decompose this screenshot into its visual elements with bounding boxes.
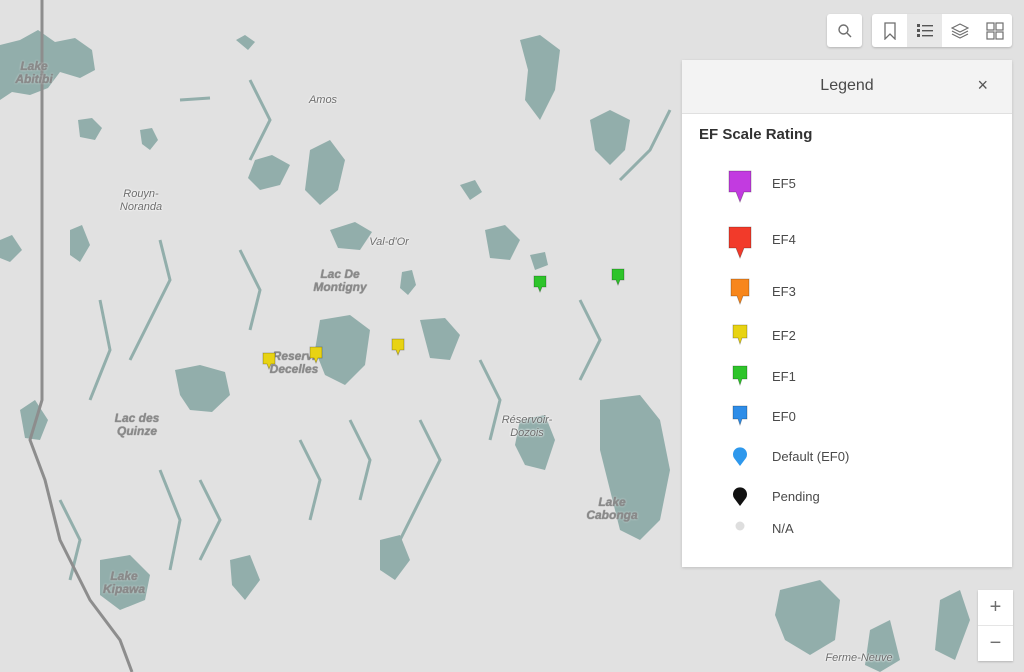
legend-item-label: EF1 bbox=[772, 369, 796, 384]
legend-item: EF1 bbox=[682, 363, 1012, 393]
basemap-gallery-icon bbox=[985, 21, 1004, 40]
place-label: Ferme-Neuve bbox=[825, 652, 893, 664]
legend-item: EF4 bbox=[682, 226, 1012, 260]
tornado-marker-ef2[interactable] bbox=[391, 338, 405, 357]
tornado-marker-ef1[interactable] bbox=[533, 275, 547, 294]
legend-item-label: EF5 bbox=[772, 176, 796, 191]
bookmarks-button[interactable] bbox=[872, 14, 907, 47]
place-label: Réservoir- Dozois bbox=[501, 414, 553, 439]
legend-button[interactable] bbox=[907, 14, 942, 47]
place-label: Lake Kipawa bbox=[102, 569, 146, 596]
place-label: Val-d'Or bbox=[369, 236, 409, 248]
legend-header: Legend × bbox=[682, 60, 1012, 114]
layers-button[interactable] bbox=[942, 14, 977, 47]
basemap-gallery-button[interactable] bbox=[977, 14, 1012, 47]
legend-item: Default (EF0) bbox=[682, 443, 1012, 473]
close-icon[interactable]: × bbox=[977, 75, 988, 96]
search-widget bbox=[827, 14, 862, 47]
legend-item: EF3 bbox=[682, 278, 1012, 308]
legend-item-label: EF2 bbox=[772, 328, 796, 343]
legend-item-label: EF0 bbox=[772, 409, 796, 424]
place-label: Amos bbox=[308, 94, 338, 106]
legend-item-label: N/A bbox=[772, 521, 794, 536]
zoom-controls: + − bbox=[978, 590, 1013, 661]
tornado-marker-ef1[interactable] bbox=[611, 268, 625, 287]
legend-item-label: Default (EF0) bbox=[772, 449, 850, 464]
legend-item: EF0 bbox=[682, 403, 1012, 433]
legend-list-icon bbox=[916, 23, 933, 37]
place-label: Lake Cabonga bbox=[586, 495, 638, 522]
legend-panel: Legend × EF Scale Rating EF5 EF4 EF3 EF2 EF1… bbox=[682, 60, 1012, 567]
tornado-marker-ef2[interactable] bbox=[309, 346, 323, 365]
legend-item: EF2 bbox=[682, 322, 1012, 352]
place-label: Rouyn- Noranda bbox=[119, 188, 163, 213]
legend-item-label: Pending bbox=[772, 489, 820, 504]
zoom-in-button[interactable]: + bbox=[978, 590, 1013, 625]
zoom-out-button[interactable]: − bbox=[978, 625, 1013, 661]
legend-item-label: EF4 bbox=[772, 232, 796, 247]
place-label: Lake Abitibi bbox=[15, 59, 53, 86]
legend-section-title: EF Scale Rating bbox=[699, 126, 813, 143]
place-label: Lac des Quinze bbox=[114, 411, 160, 438]
legend-title: Legend bbox=[820, 77, 874, 94]
legend-item: Pending bbox=[682, 483, 1012, 513]
place-label: Lac De Montigny bbox=[313, 267, 367, 294]
search-icon bbox=[837, 23, 851, 37]
layers-icon bbox=[950, 22, 969, 39]
tornado-marker-ef2[interactable] bbox=[262, 352, 276, 371]
search-button[interactable] bbox=[827, 14, 862, 47]
widget-toolbar bbox=[872, 14, 1012, 47]
legend-item: EF5 bbox=[682, 170, 1012, 204]
legend-item: N/A bbox=[682, 515, 1012, 545]
bookmark-icon bbox=[883, 21, 896, 40]
legend-item-label: EF3 bbox=[772, 284, 796, 299]
